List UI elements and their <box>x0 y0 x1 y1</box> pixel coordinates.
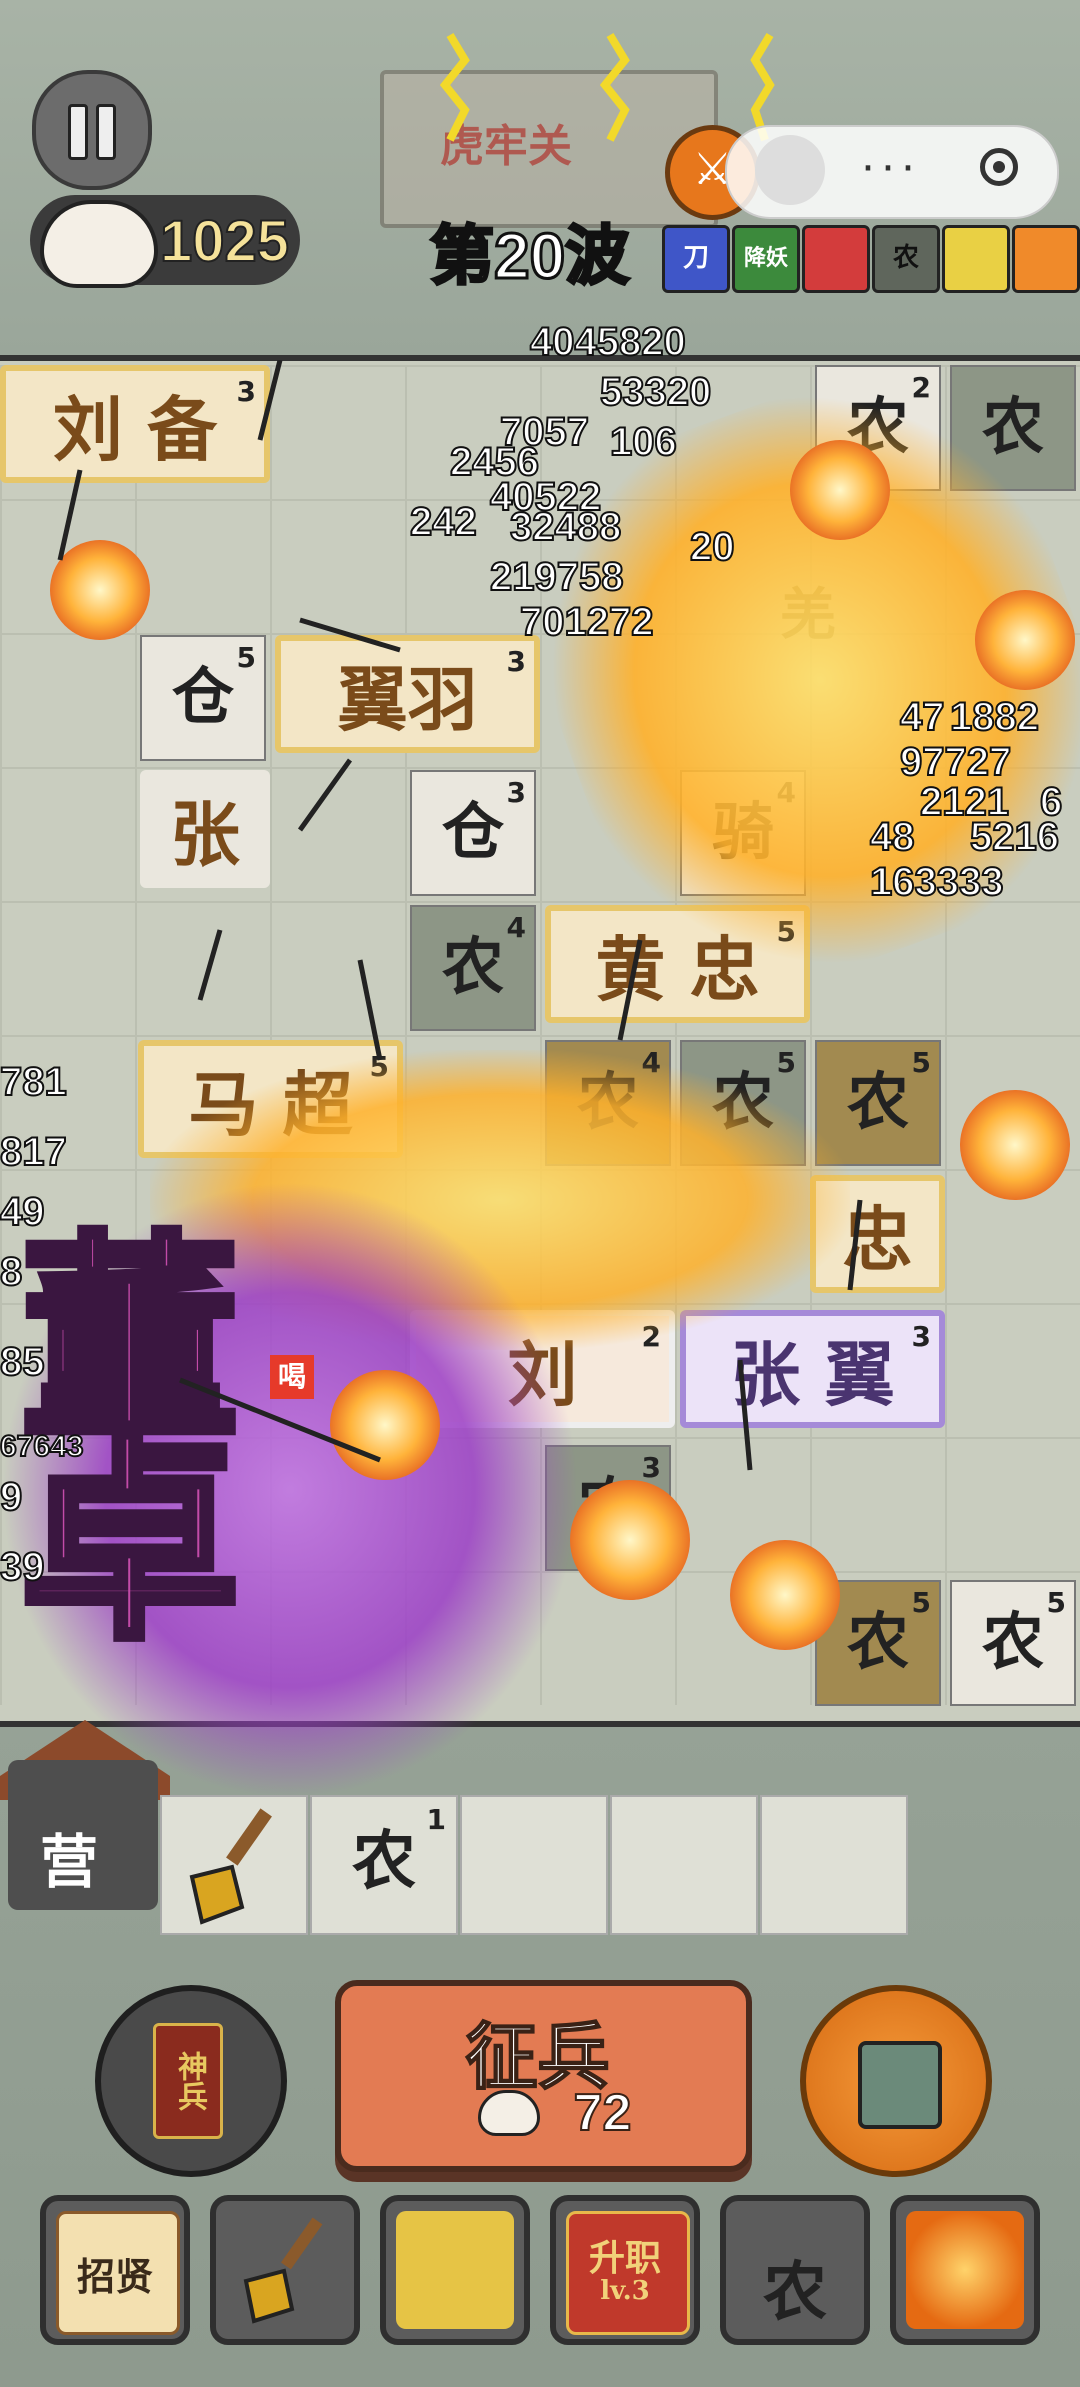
recruit-talent-label: 招贤 <box>76 2254 153 2299</box>
arrow-projectiles <box>57 360 863 1471</box>
reserve-slot[interactable] <box>760 1795 908 1935</box>
camp-label: 营 <box>40 1828 99 1896</box>
treasure-dig-button[interactable] <box>380 2195 530 2345</box>
reserve-slot[interactable] <box>460 1795 608 1935</box>
shovel-tool-button[interactable] <box>210 2195 360 2345</box>
recruit-talent-button[interactable]: 招贤 <box>40 2195 190 2345</box>
coin-value: 1025 <box>159 208 290 275</box>
recruit-cost: 72 <box>573 2083 633 2143</box>
skill-shovel-hand[interactable] <box>942 225 1010 293</box>
close-target-icon[interactable] <box>980 148 1018 186</box>
skill-farmer[interactable]: 农 <box>872 225 940 293</box>
wave-label: 第20波 <box>428 219 630 294</box>
farmer-label: 农 <box>763 2255 827 2330</box>
reserve-unit-level: 1 <box>426 1803 446 1836</box>
shovel-icon <box>243 2217 323 2324</box>
bun-coin-icon <box>40 200 158 288</box>
recycle-icon <box>858 2041 942 2129</box>
skill-orbs[interactable] <box>802 225 870 293</box>
meteor-skill-button[interactable] <box>890 2195 1040 2345</box>
profile-icon[interactable] <box>755 135 825 205</box>
skill-blade[interactable]: 刀 <box>662 225 730 293</box>
reserve-slot[interactable] <box>610 1795 758 1935</box>
farmer-button[interactable]: 农 <box>720 2195 870 2345</box>
promotion-level: lv.3 <box>600 2276 650 2306</box>
recycle-bin-button[interactable] <box>800 1985 992 2177</box>
skill-demon-slayer[interactable]: 降妖 <box>732 225 800 293</box>
promotion-button[interactable]: 升职 lv.3 <box>550 2195 700 2345</box>
skill-meteor[interactable] <box>1012 225 1080 293</box>
reserve-slot[interactable]: 农 1 <box>310 1795 458 1935</box>
shovel-icon <box>189 1808 272 1925</box>
damage-number: 4045820 <box>529 319 687 365</box>
pause-button[interactable] <box>32 70 152 190</box>
divine-weapon-label: 神兵 <box>153 2023 223 2139</box>
promotion-label: 升职 <box>588 2237 661 2279</box>
divine-weapon-button[interactable]: 神兵 <box>95 1985 287 2177</box>
more-menu-button[interactable]: ··· <box>860 138 920 193</box>
reserve-slot[interactable] <box>160 1795 308 1935</box>
